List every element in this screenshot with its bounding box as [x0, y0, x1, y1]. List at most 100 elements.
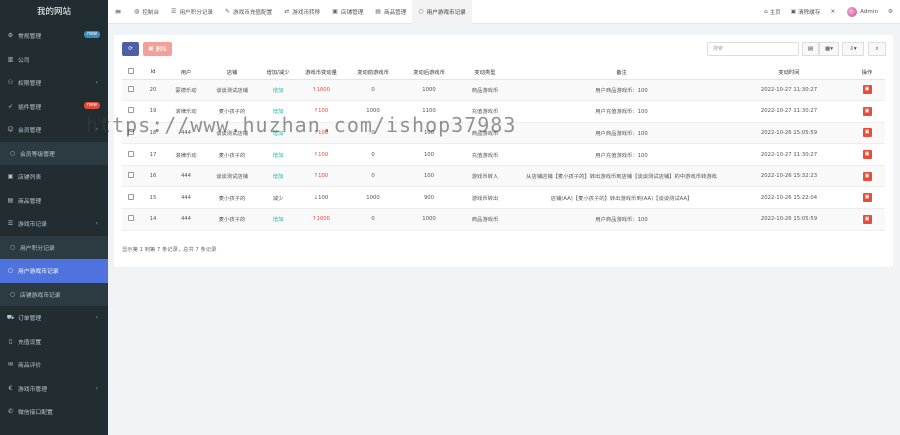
row-checkbox[interactable]: [128, 128, 134, 135]
checkbox[interactable]: [128, 68, 134, 75]
user-menu[interactable]: Admin: [842, 7, 883, 17]
coin-icon: €: [8, 384, 13, 392]
row-checkbox[interactable]: [128, 172, 134, 179]
sidebar-item[interactable]: ⚙ 常规管理 new: [0, 24, 108, 48]
avatar: [847, 7, 858, 17]
sidebar-item[interactable]: ✉ 商品评价: [0, 353, 108, 377]
sidebar-item[interactable]: ○ 用户游戏币记录: [0, 259, 108, 283]
cell-after: 100: [402, 122, 456, 145]
table-row[interactable]: 20 蒙德乐动 谈谈测试店铺 增加 ↑1000 0 1000 商品游戏币 用户商品游戏币：100…: [122, 79, 885, 102]
table-row[interactable]: 15 444 麦小孩子的 减少 ↓100 1000 900 游戏币转出 店铺(AA)【麦小孩子的…: [122, 186, 885, 210]
cell-note: 用户商品游戏币：100: [514, 79, 729, 102]
toggle-view-button[interactable]: ▤: [802, 42, 819, 56]
row-checkbox[interactable]: [128, 215, 134, 222]
row-delete-button[interactable]: ▣: [862, 214, 872, 224]
row-checkbox[interactable]: [128, 150, 134, 157]
tab[interactable]: ☰ 用户积分记录: [165, 0, 219, 24]
cell-amount: ↑100: [298, 143, 344, 166]
sidebar-item-label: 会员等级管理: [20, 151, 55, 158]
cell-user: 444: [166, 122, 206, 145]
tab[interactable]: ○ 用户游戏币记录: [412, 0, 472, 24]
row-delete-button[interactable]: ▣: [862, 106, 872, 116]
table-row[interactable]: 16 444 谈谈测试店铺 增加 ↑100 0 100 游戏币转入 从店铺店铺【麦小孩子的】转出…: [122, 165, 885, 188]
rocket-icon: ➶: [7, 102, 14, 110]
sidebar-item[interactable]: ○ 店铺游戏币记录: [0, 282, 108, 306]
sidebar-item[interactable]: ▣ 店铺列表: [0, 165, 108, 189]
sidebar-item[interactable]: ▥ 公司: [0, 48, 108, 72]
row-checkbox[interactable]: [128, 85, 134, 92]
sidebar-item-label: 游戏币管理: [18, 386, 47, 393]
columns-button[interactable]: ▦▾: [819, 42, 839, 56]
menu-toggle-icon[interactable]: ≡: [108, 7, 128, 16]
tab[interactable]: ✎ 游戏币充值配置: [219, 0, 278, 24]
pagination-info: 显示第 1 到第 7 条记录，总共 7 条记录: [122, 247, 217, 253]
home-icon: ⌂: [764, 9, 768, 15]
cell-before: 0: [344, 79, 402, 102]
row-delete-button[interactable]: ▣: [862, 193, 872, 203]
settings-button[interactable]: ⚙: [883, 9, 900, 15]
row-delete-button[interactable]: ▣: [862, 150, 872, 160]
cell-type: 充值游戏币: [456, 143, 514, 166]
export-button[interactable]: ⇩▾: [842, 42, 864, 56]
sidebar-item[interactable]: ⛟ 订单管理 ‹: [0, 306, 108, 330]
trash-icon: ▣: [148, 46, 154, 52]
cell-before: 0: [344, 122, 402, 145]
sidebar-item[interactable]: ⚇ 权限管理 ‹: [0, 71, 108, 95]
sidebar-item[interactable]: ☰ 游戏币记录 ‹: [0, 212, 108, 236]
fullscreen-button[interactable]: ✕: [825, 9, 842, 15]
sidebar-item[interactable]: € 游戏币管理 ‹: [0, 377, 108, 401]
tab-label: 游戏币转移: [292, 9, 321, 16]
cell-shop: 麦小孩子的: [206, 100, 258, 123]
home-link[interactable]: ⌂ 主页: [759, 8, 786, 16]
cell-user: 滚律乐动: [166, 143, 206, 166]
cell-amount: ↑100: [298, 122, 344, 145]
sidebar-item[interactable]: ▯ 充值设置: [0, 330, 108, 354]
row-delete-button[interactable]: ▣: [862, 171, 872, 181]
sidebar-item[interactable]: ▤ 商品管理: [0, 189, 108, 213]
users-icon: ⚇: [7, 79, 14, 87]
cell-type: 商品游戏币: [456, 208, 514, 231]
sidebar-item[interactable]: ○ 会员等级管理: [0, 141, 108, 165]
table-row[interactable]: 18 444 谈谈测试店铺 增加 ↑100 0 100 商品游戏币 用户商品游戏币：100 202…: [122, 122, 885, 145]
sidebar-item[interactable]: ☺ 会员管理 ‹: [0, 118, 108, 142]
app-logo[interactable]: 我的网站: [0, 0, 108, 24]
gears-icon: ⚙: [887, 9, 893, 15]
select-all-checkbox[interactable]: [122, 66, 140, 80]
cell-after: 100: [402, 165, 456, 188]
store-icon: ▣: [332, 8, 338, 15]
list-icon: ☰: [7, 220, 14, 228]
sidebar-item[interactable]: ➶ 插件管理 new: [0, 95, 108, 119]
clear-cache-button[interactable]: ▣ 清除缓存: [786, 8, 826, 16]
delete-button[interactable]: ▣ 删除: [143, 42, 172, 56]
cell-type: 商品游戏币: [456, 79, 514, 102]
table-row[interactable]: 19 滚律乐动 麦小孩子的 增加 ↑100 1000 1100 充值游戏币 用户充值游戏币：10…: [122, 100, 885, 123]
cell-before: 0: [344, 143, 402, 166]
table-header-row: Id 用户 店铺 增加/减少 游戏币变动量 变动前游戏币 变动后游戏币 变动类型 备注 变动时间操…: [122, 66, 885, 80]
cell-amount: ↑100: [298, 100, 344, 123]
row-checkbox[interactable]: [128, 107, 134, 114]
clear-cache-label: 清除缓存: [798, 10, 821, 16]
refresh-button[interactable]: ⟳: [122, 42, 139, 56]
row-delete-button[interactable]: ▣: [862, 128, 872, 138]
cell-user: 444: [166, 208, 206, 231]
table-row[interactable]: 14 444 麦小孩子的 增加 ↑1000 0 1000 商品游戏币 用户商品游戏币：100 20…: [122, 208, 885, 231]
search-icon: ⌕: [875, 45, 879, 52]
dashboard-icon: ◍: [134, 8, 140, 15]
search-toggle-button[interactable]: ⌕: [868, 42, 886, 56]
sidebar-item[interactable]: ✆ 微信接口配置: [0, 400, 108, 424]
table-body: 20 蒙德乐动 谈谈测试店铺 增加 ↑1000 0 1000 商品游戏币 用户商品游戏币：100…: [122, 79, 885, 231]
search-input[interactable]: 搜索: [707, 42, 799, 56]
building-icon: ▥: [7, 55, 14, 63]
tab[interactable]: ◍ 控制台: [128, 0, 165, 24]
sidebar-item[interactable]: ○ 用户积分记录: [0, 235, 108, 259]
sidebar-item-label: 店铺游戏币记录: [20, 292, 61, 299]
row-checkbox[interactable]: [128, 193, 134, 200]
tab[interactable]: ▤ 商品管理: [369, 0, 412, 24]
cell-before: 0: [344, 208, 402, 231]
tab[interactable]: ▣ 店铺管理: [326, 0, 369, 24]
table-row[interactable]: 17 滚律乐动 麦小孩子的 增加 ↑100 0 100 充值游戏币 用户充值游戏币：100 202…: [122, 143, 885, 166]
row-delete-button[interactable]: ▣: [862, 85, 872, 95]
column-header: 操作: [849, 66, 885, 80]
cell-before: 1000: [344, 100, 402, 123]
tab[interactable]: ⇄ 游戏币转移: [278, 0, 326, 24]
